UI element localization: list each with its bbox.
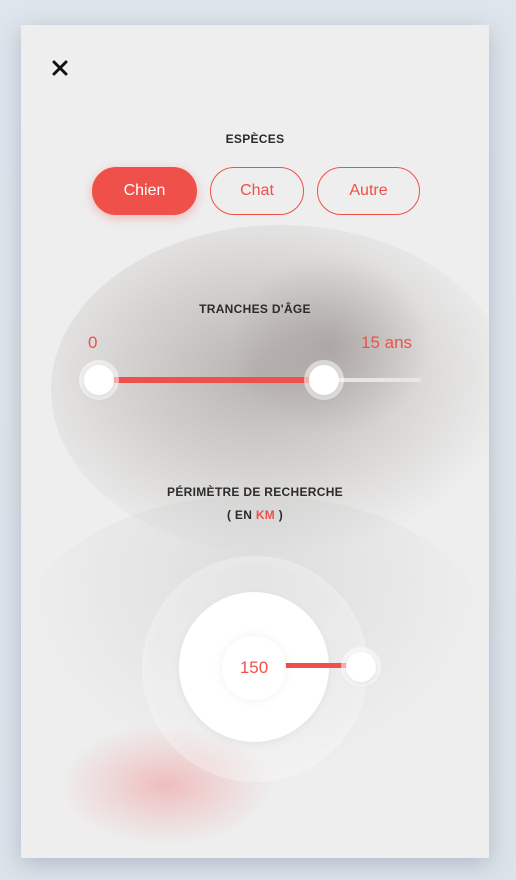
radius-handle-line: [283, 663, 353, 668]
species-option-chien[interactable]: Chien: [92, 167, 197, 215]
close-icon: [52, 60, 68, 76]
age-title: TRANCHES D'ÂGE: [199, 302, 311, 316]
screen: ESPÈCES Chien Chat Autre TRANCHES D'ÂGE …: [0, 0, 516, 880]
subtitle-text: ( EN: [226, 508, 256, 522]
species-option-chat[interactable]: Chat: [210, 167, 304, 215]
unit-label: KM: [255, 508, 276, 522]
close-button[interactable]: [49, 57, 71, 79]
radius-title: PÉRIMÈTRE DE RECHERCHE: [167, 485, 343, 499]
species-title: ESPÈCES: [225, 132, 285, 146]
chip-label: Chat: [240, 182, 274, 199]
age-range-slider[interactable]: [84, 365, 421, 395]
chip-label: Autre: [349, 182, 388, 199]
filter-panel: ESPÈCES Chien Chat Autre TRANCHES D'ÂGE …: [21, 25, 489, 858]
age-track-fill: [99, 377, 325, 383]
age-min-thumb[interactable]: [84, 365, 114, 395]
species-selector: Chien Chat Autre: [21, 167, 489, 217]
age-max-label: 15 ans: [361, 333, 413, 352]
species-option-autre[interactable]: Autre: [317, 167, 420, 215]
radius-subtitle: ( EN KM ): [21, 508, 489, 522]
radius-handle[interactable]: [346, 652, 376, 682]
age-min-label: 0: [88, 333, 98, 352]
radius-value: 150: [222, 636, 286, 700]
chip-label: Chien: [123, 182, 166, 199]
subtitle-text: ): [275, 508, 284, 522]
age-max-thumb[interactable]: [309, 365, 340, 395]
